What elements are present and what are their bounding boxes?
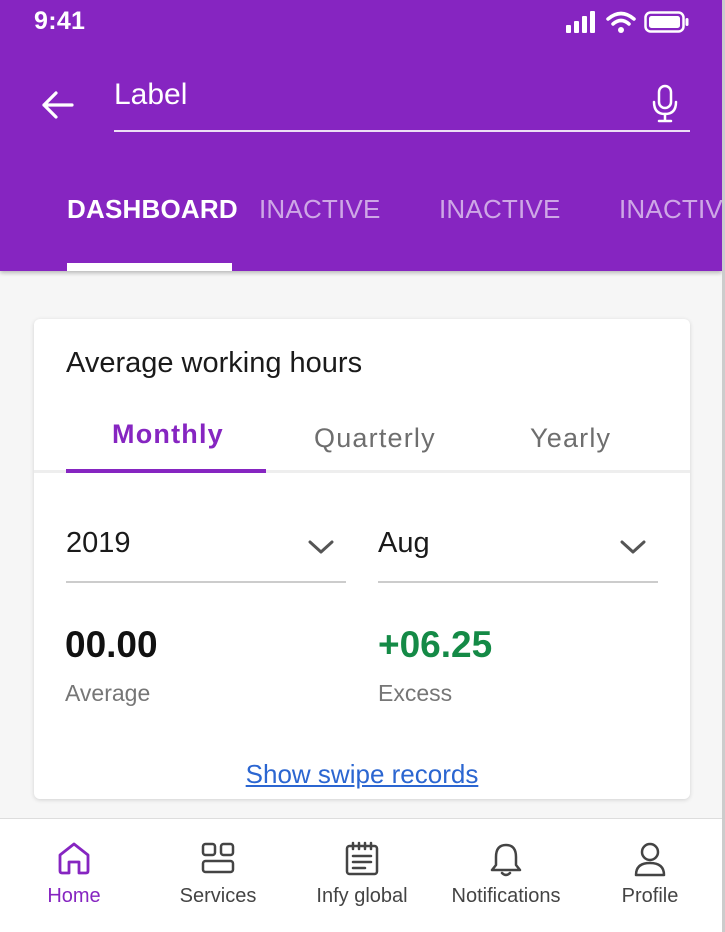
wifi-icon [606, 11, 636, 33]
nav-profile[interactable]: Profile [578, 819, 722, 932]
chevron-down-icon [620, 540, 646, 554]
year-select[interactable]: 2019 [66, 519, 346, 583]
nav-profile-label: Profile [621, 885, 679, 907]
signal-icon [566, 11, 595, 33]
average-value: 00.00 [65, 624, 158, 665]
nav-home[interactable]: Home [2, 819, 146, 932]
notepad-icon [345, 841, 379, 876]
tab-indicator [67, 263, 232, 271]
home-icon [58, 842, 90, 875]
nav-services-label: Services [179, 885, 257, 907]
tab-inactive-2[interactable]: INACTIVE [439, 194, 561, 225]
excess-label: Excess [378, 680, 453, 706]
search-input-value: Label [114, 78, 188, 111]
excess-value: +06.25 [378, 624, 493, 665]
tab-yearly[interactable]: Yearly [530, 423, 611, 454]
nav-notifications-label: Notifications [451, 885, 561, 907]
nav-notifications[interactable]: Notifications [434, 819, 578, 932]
tab-inactive-3[interactable]: INACTIVE [619, 194, 722, 225]
status-time: 9:41 [34, 7, 86, 35]
tab-monthly[interactable]: Monthly [112, 419, 224, 450]
month-select[interactable]: Aug [378, 519, 658, 583]
app-screen: 9:41 Label DASHBOARD INACTIVE INACTIVE I… [0, 0, 725, 932]
microphone-icon [652, 84, 678, 123]
show-swipe-records-link[interactable]: Show swipe records [34, 759, 690, 790]
nav-home-label: Home [47, 885, 101, 907]
tab-dashboard[interactable]: DASHBOARD [67, 194, 238, 225]
chevron-down-icon [308, 540, 334, 554]
nav-infy-global[interactable]: Infy global [290, 819, 434, 932]
tab-quarterly[interactable]: Quarterly [314, 423, 436, 454]
year-select-value: 2019 [66, 527, 131, 559]
nav-infy-global-label: Infy global [316, 885, 408, 907]
status-icons [566, 11, 690, 33]
working-hours-card: Average working hours Monthly Quarterly … [34, 319, 690, 799]
month-select-value: Aug [378, 527, 430, 559]
excess-stat: +06.25 Excess [378, 624, 492, 707]
average-stat: 00.00 Average [65, 624, 158, 707]
search-row: Label [0, 70, 722, 134]
microphone-button[interactable] [650, 84, 680, 124]
period-tab-indicator [66, 469, 266, 473]
average-label: Average [65, 680, 151, 706]
app-bar: 9:41 Label DASHBOARD INACTIVE INACTIVE I… [0, 0, 722, 271]
grid-icon [201, 842, 235, 874]
search-input[interactable]: Label [114, 70, 690, 132]
top-tabs: DASHBOARD INACTIVE INACTIVE INACTIVE [0, 178, 722, 271]
bell-icon [490, 843, 522, 877]
bottom-navigation: Home Services Infy global Notifications … [0, 818, 722, 932]
person-icon [634, 842, 666, 877]
arrow-left-icon [42, 91, 74, 119]
period-tabs: Monthly Quarterly Yearly [34, 413, 690, 473]
card-title: Average working hours [66, 347, 363, 379]
battery-icon [644, 11, 689, 33]
nav-services[interactable]: Services [146, 819, 290, 932]
back-button[interactable] [36, 84, 78, 126]
tab-inactive-1[interactable]: INACTIVE [259, 194, 381, 225]
status-bar: 9:41 [0, 0, 722, 44]
